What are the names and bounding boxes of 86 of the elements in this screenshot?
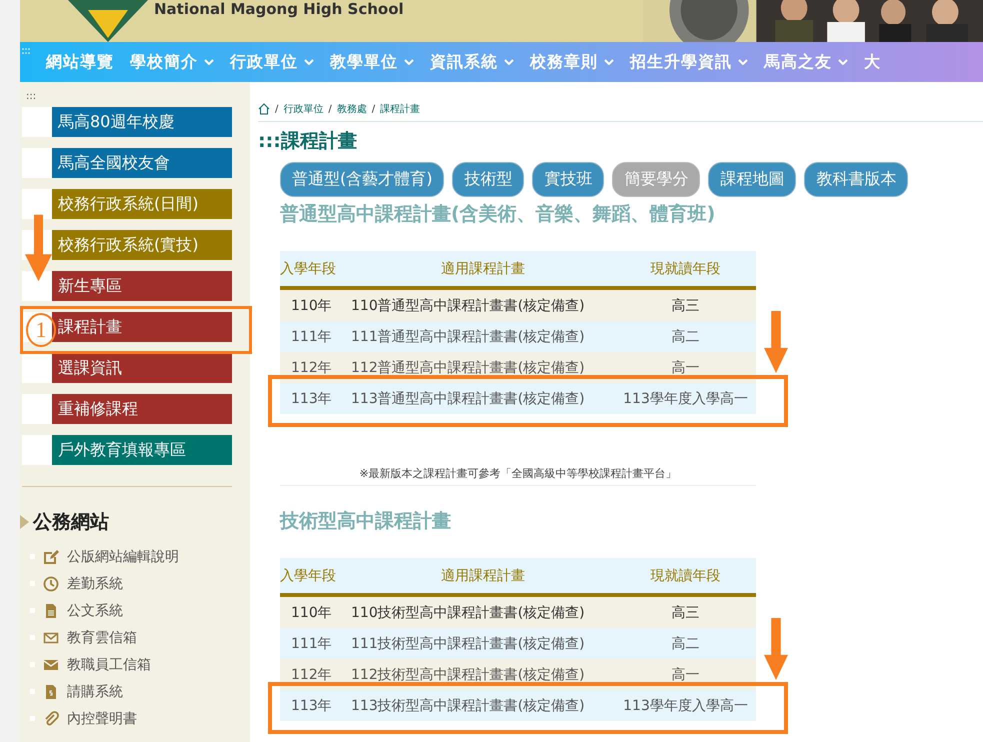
home-icon[interactable]: [258, 103, 270, 115]
sidebar-link[interactable]: 校務行政系統(日間): [52, 189, 232, 219]
bullet-icon: [30, 662, 35, 667]
column-header: 入學年段: [280, 251, 351, 288]
table-cell: 111年: [280, 321, 351, 352]
column-header: 現就讀年段: [615, 251, 756, 288]
official-link[interactable]: 請購系統: [67, 682, 123, 700]
invoice-icon: [43, 684, 59, 700]
bullet-icon: [30, 635, 35, 640]
official-link[interactable]: 差勤系統: [67, 574, 123, 592]
caret-icon: [204, 59, 214, 65]
page-title: :::課程計畫: [258, 130, 358, 152]
category-tab[interactable]: 課程地圖: [708, 162, 796, 197]
category-tab[interactable]: 教科書版本: [804, 162, 908, 197]
category-tab[interactable]: 實技班: [532, 162, 604, 197]
sidebar-link[interactable]: 馬高80週年校慶: [52, 107, 232, 137]
sidebar-link[interactable]: 戶外教育填報專區: [52, 435, 232, 465]
breadcrumb-link[interactable]: 課程計畫: [380, 102, 420, 116]
paperclip-icon: [43, 710, 59, 726]
dots-icon: [22, 48, 30, 54]
breadcrumb-separator: /: [275, 104, 278, 114]
link-thumbnail: [22, 353, 52, 383]
link-thumbnail: [22, 189, 52, 219]
school-name: National Magong High School: [154, 0, 404, 20]
down-arrow-icon: [764, 311, 788, 373]
caret-icon: [404, 59, 414, 65]
table-cell: 113學年度入學高一: [615, 690, 756, 721]
step-number: 1: [26, 313, 56, 347]
table-cell: 110年: [280, 595, 351, 628]
official-link[interactable]: 公版網站編輯說明: [67, 548, 179, 566]
table-cell: 高三: [615, 595, 756, 628]
column-header: 現就讀年段: [615, 558, 756, 595]
sidebar-link[interactable]: 校務行政系統(實技): [52, 230, 232, 260]
link-thumbnail: [22, 107, 52, 137]
table-cell: 113年: [280, 383, 351, 414]
school-logo-icon: [68, 0, 148, 42]
column-header: 適用課程計畫: [351, 251, 616, 288]
bullet-icon: [30, 608, 35, 613]
clock-icon: [43, 576, 59, 592]
bullet-icon: [30, 716, 35, 721]
sidebar-link[interactable]: 新生專區: [52, 271, 232, 301]
link-thumbnail: [22, 148, 52, 178]
section-title: 公務網站: [33, 510, 109, 535]
breadcrumb-link[interactable]: 教務處: [336, 102, 367, 116]
official-link[interactable]: 內控聲明書: [67, 710, 137, 728]
sidebar-link[interactable]: 馬高全國校友會: [52, 148, 232, 178]
breadcrumb-link[interactable]: 行政單位: [283, 102, 324, 116]
document-icon: [43, 602, 59, 618]
bullet-icon: [30, 554, 35, 559]
edit-icon: [43, 548, 59, 564]
official-link[interactable]: 教職員工信箱: [67, 656, 151, 674]
table-cell: 高三: [615, 288, 756, 321]
caret-icon: [504, 59, 514, 65]
caret-icon: [738, 59, 748, 65]
official-link[interactable]: 公文系統: [67, 602, 123, 620]
table-cell: 高二: [615, 628, 756, 659]
caret-icon: [838, 59, 848, 65]
sidebar-marker: :::: [26, 91, 38, 103]
table-cell: 高二: [615, 321, 756, 352]
caret-icon: [304, 59, 314, 65]
category-tab[interactable]: 技術型: [452, 162, 524, 197]
table-cell: 110年: [280, 288, 351, 321]
sidebar-link[interactable]: 重補修課程: [52, 394, 232, 424]
table-cell: 113年: [280, 690, 351, 721]
table-cell: 111年: [280, 628, 351, 659]
category-tab[interactable]: 普通型(含藝才體育): [280, 162, 444, 197]
link-thumbnail: [22, 435, 52, 465]
bullet-icon: [30, 689, 35, 694]
section-heading: 普通型高中課程計畫(含美術、音樂、舞蹈、體育班): [280, 202, 716, 227]
sidebar-link[interactable]: 課程計畫: [52, 312, 232, 342]
breadcrumb-separator: /: [372, 104, 376, 114]
bullet-icon: [30, 581, 35, 586]
note-text: ※最新版本之課程計畫可參考「全國高級中等學校課程計畫平台」: [280, 466, 756, 486]
column-header: 適用課程計畫: [351, 558, 616, 595]
breadcrumb-separator: /: [328, 104, 332, 114]
caret-icon: [604, 59, 614, 65]
triangle-icon: [20, 515, 29, 529]
section-heading: 技術型高中課程計畫: [280, 509, 452, 534]
down-arrow-icon: [25, 212, 52, 284]
sidebar-link[interactable]: 選課資訊: [52, 353, 232, 383]
table-cell: 113學年度入學高一: [615, 383, 756, 414]
column-header: 入學年段: [280, 558, 351, 595]
official-link[interactable]: 教育雲信箱: [67, 628, 137, 646]
link-thumbnail: [22, 394, 52, 424]
down-arrow-icon: [764, 618, 788, 680]
link-thumbnail: [22, 271, 52, 301]
